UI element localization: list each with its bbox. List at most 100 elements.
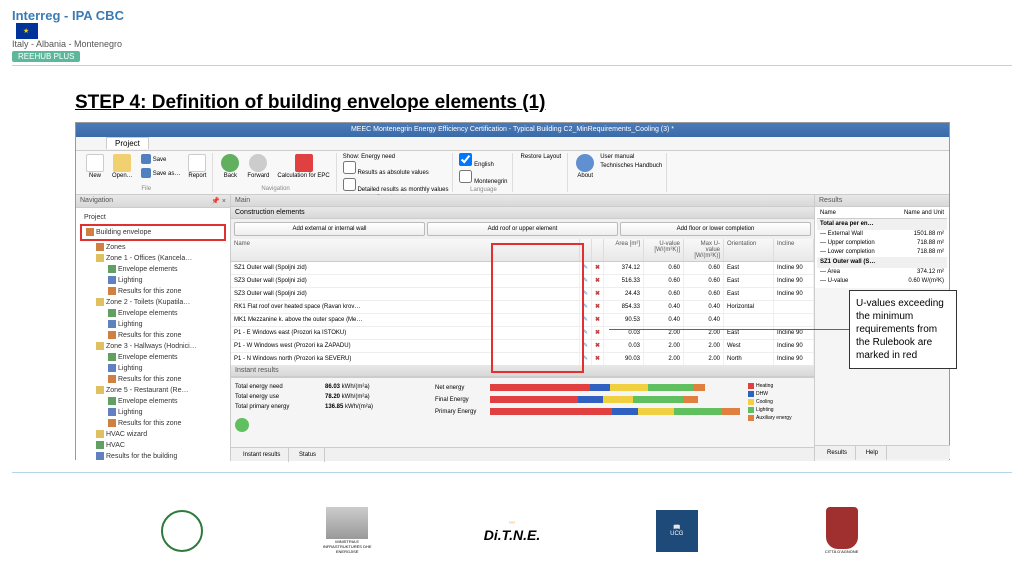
main-panel-title: Main [235, 197, 250, 204]
report-button[interactable]: Report [186, 153, 208, 180]
edit-icon[interactable]: ✎ [583, 304, 588, 310]
logo-line2: Italy - Albania - Montenegro [12, 39, 124, 49]
col-incline[interactable]: Incline [774, 239, 814, 261]
ribbon-group-restore: Restore Layout [515, 153, 569, 192]
tree-root[interactable]: Project [80, 212, 226, 223]
tree-item[interactable]: Envelope elements [80, 352, 226, 363]
ribbon-group-file: New Open… Save Save as… Report File [80, 153, 213, 192]
user-manual-link[interactable]: User manual [600, 153, 662, 162]
callout-box: U-values exceeding the minimum requireme… [849, 290, 957, 369]
logo-ditne: 〰Di.T.N.E. [484, 503, 539, 558]
delete-icon[interactable]: ✖ [595, 265, 600, 271]
results-group-wall[interactable]: SZ1 Outer wall (S… [817, 257, 947, 268]
delete-icon[interactable]: ✖ [595, 304, 600, 310]
tab-results[interactable]: Results [819, 446, 856, 460]
tree-item[interactable]: Results for this zone [80, 374, 226, 385]
tech-manual-link[interactable]: Technisches Handbuch [600, 162, 662, 171]
callout-pointer-line [609, 329, 849, 330]
table-row[interactable]: SZ3 Outer wall (Spoljni zid)✎✖24.430.600… [231, 288, 814, 301]
tree-item[interactable]: Lighting [80, 363, 226, 374]
open-button[interactable]: Open… [110, 153, 135, 180]
tab-status[interactable]: Status [291, 448, 325, 462]
eu-flag-icon [16, 23, 38, 39]
tree-item[interactable]: Results for the building [80, 451, 226, 461]
table-row[interactable]: SZ1 Outer wall (Spoljni zid)✎✖374.120.60… [231, 262, 814, 275]
logo-agnone: CITTÀ D'AGNONE [814, 503, 869, 558]
table-row[interactable]: SZ3 Outer wall (Spoljni zid)✎✖516.330.60… [231, 275, 814, 288]
divider-bottom [12, 472, 1012, 473]
table-row[interactable]: RK1 Flat roof over heated space (Ravan k… [231, 301, 814, 314]
results-absolute-checkbox[interactable]: Results as absolute values [343, 161, 449, 178]
edit-icon[interactable]: ✎ [583, 278, 588, 284]
logo-line1: Interreg - IPA CBC [12, 8, 124, 23]
tree-item[interactable]: Zone 3 - Hallways (Hodnici… [80, 341, 226, 352]
tab-instant-results[interactable]: Instant results [235, 448, 289, 462]
add-wall-button[interactable]: Add external or internal wall [234, 222, 425, 236]
delete-icon[interactable]: ✖ [595, 330, 600, 336]
saveas-button[interactable]: Save as… [139, 167, 183, 180]
table-row[interactable]: P1 - W Windows west (Prozori ka ZAPADU)✎… [231, 340, 814, 353]
delete-icon[interactable]: ✖ [595, 291, 600, 297]
col-area[interactable]: Area [m²] [604, 239, 644, 261]
app-window: MEEC Montenegrin Energy Efficiency Certi… [75, 122, 950, 460]
tree-item[interactable]: Zone 1 - Offices (Kancela… [80, 253, 226, 264]
tree-item[interactable]: Envelope elements [80, 308, 226, 319]
edit-icon[interactable]: ✎ [583, 356, 588, 362]
tree-item[interactable]: Zone 5 - Restaurant (Re… [80, 385, 226, 396]
forward-button[interactable]: Forward [245, 153, 271, 180]
tree-item[interactable]: HVAC [80, 440, 226, 451]
tab-help[interactable]: Help [858, 446, 887, 460]
edit-icon[interactable]: ✎ [583, 317, 588, 323]
tree-item[interactable]: Lighting [80, 407, 226, 418]
elements-table: Name Area [m²] U-value [W/(m²K)] Max U-v… [231, 239, 814, 365]
restore-layout-button[interactable]: Restore Layout [519, 153, 564, 161]
pin-icon[interactable]: 📌 × [211, 197, 226, 205]
ribbon-group-lang: English Montenegrin Language [455, 153, 512, 192]
back-button[interactable]: Back [219, 153, 241, 180]
add-roof-button[interactable]: Add roof or upper element [427, 222, 618, 236]
results-monthly-checkbox[interactable]: Detailed results as monthly values [343, 178, 449, 195]
ribbon-group-show: Show: Energy need Results as absolute va… [339, 153, 454, 192]
window-titlebar: MEEC Montenegrin Energy Efficiency Certi… [76, 123, 949, 137]
edit-icon[interactable]: ✎ [583, 343, 588, 349]
divider-top [12, 65, 1012, 66]
col-maxuvalue[interactable]: Max U-value [W/(m²K)] [684, 239, 724, 261]
logo-ministry: MINISTRIA E INFRASTRUKTURËS DHE ENERGJIS… [320, 503, 375, 558]
col-uvalue[interactable]: U-value [W/(m²K)] [644, 239, 684, 261]
col-name[interactable]: Name [231, 239, 580, 261]
tree-item[interactable]: Results for this zone [80, 286, 226, 297]
tree-item[interactable]: Envelope elements [80, 396, 226, 407]
delete-icon[interactable]: ✖ [595, 356, 600, 362]
lang-montenegrin-checkbox[interactable]: Montenegrin [459, 170, 507, 187]
header-logo: Interreg - IPA CBC Italy - Albania - Mon… [12, 8, 124, 62]
show-label: Show: Energy need [343, 153, 449, 161]
add-floor-button[interactable]: Add floor or lower completion [620, 222, 811, 236]
tree-item[interactable]: Results for this zone [80, 418, 226, 429]
table-row[interactable]: MK1 Mezzanine k. above the outer space (… [231, 314, 814, 327]
tree-building-envelope[interactable]: Building envelope [80, 224, 226, 241]
about-button[interactable]: About [574, 153, 596, 180]
results-group-area[interactable]: Total area per en… [817, 219, 947, 230]
tree-item[interactable]: Zones [80, 242, 226, 253]
col-orientation[interactable]: Orientation [724, 239, 774, 261]
tree-item[interactable]: Results for this zone [80, 330, 226, 341]
delete-icon[interactable]: ✖ [595, 317, 600, 323]
tree-item[interactable]: HVAC wizard [80, 429, 226, 440]
edit-icon[interactable]: ✎ [583, 265, 588, 271]
results-panel-title: Results [819, 197, 842, 204]
table-row[interactable]: P1 - N Windows north (Prozori ka SEVERU)… [231, 353, 814, 365]
lang-english-checkbox[interactable]: English [459, 153, 507, 170]
edit-icon[interactable]: ✎ [583, 291, 588, 297]
tree-item[interactable]: Zone 2 - Toilets (Kupatila… [80, 297, 226, 308]
tree-item[interactable]: Lighting [80, 275, 226, 286]
tree-item[interactable]: Lighting [80, 319, 226, 330]
delete-icon[interactable]: ✖ [595, 343, 600, 349]
calculation-button[interactable]: Calculation for EPC [275, 153, 331, 180]
delete-icon[interactable]: ✖ [595, 278, 600, 284]
edit-icon[interactable]: ✎ [583, 330, 588, 336]
new-button[interactable]: New [84, 153, 106, 180]
tab-project[interactable]: Project [106, 137, 149, 149]
save-button[interactable]: Save [139, 153, 183, 166]
tree-item[interactable]: Envelope elements [80, 264, 226, 275]
check-icon [235, 418, 249, 432]
